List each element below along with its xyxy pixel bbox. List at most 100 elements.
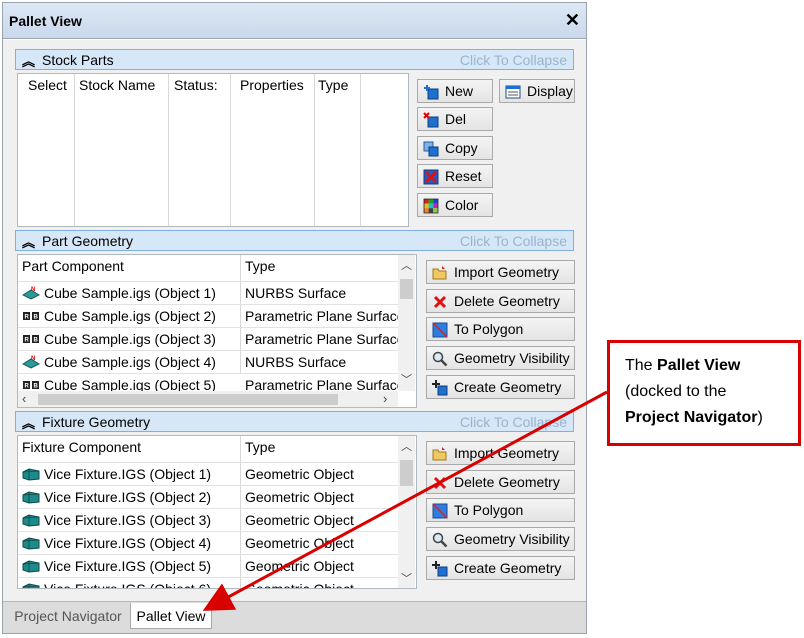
delete-fixture-button[interactable]: Delete Geometry — [426, 470, 575, 494]
column-header[interactable]: Type — [245, 439, 275, 455]
create-geometry-button[interactable]: Create Geometry — [426, 375, 575, 399]
column-header[interactable]: Select — [28, 77, 67, 93]
new-stock-button[interactable]: New — [417, 79, 493, 103]
part-component-cell: Cube Sample.igs (Object 1) — [44, 285, 216, 301]
type-cell: NURBS Surface — [245, 285, 347, 301]
parametric-plane-icon: RB — [23, 312, 39, 321]
new-icon — [424, 85, 439, 100]
copy-stock-button[interactable]: Copy — [417, 136, 493, 160]
column-header[interactable]: Type — [318, 77, 348, 93]
horizontal-scrollbar[interactable]: ‹ › — [18, 391, 398, 407]
tab-pallet-view[interactable]: Pallet View — [130, 603, 212, 629]
table-row[interactable]: N Cube Sample.igs (Object 4) NURBS Surface — [18, 351, 398, 374]
fixture-component-cell: Vice Fixture.IGS (Object 3) — [44, 512, 212, 528]
fixture-component-cell: Vice Fixture.IGS (Object 2) — [44, 489, 212, 505]
fixture-object-icon — [22, 491, 40, 504]
svg-text:B: B — [34, 384, 39, 390]
stock-parts-table: Select Stock Name Status: Properties Typ… — [17, 73, 409, 227]
close-icon[interactable]: ✕ — [565, 10, 580, 31]
to-polygon-button[interactable]: To Polygon — [426, 317, 575, 341]
color-grid-icon — [423, 198, 439, 214]
copy-icon — [423, 141, 439, 157]
type-cell: Geometric Object — [245, 535, 354, 551]
table-row[interactable]: Vice Fixture.IGS (Object 4) Geometric Obj… — [18, 532, 398, 555]
table-row[interactable]: Vice Fixture.IGS (Object 6) Geometric Obj… — [18, 578, 398, 589]
part-geometry-header[interactable]: ︽ Part Geometry Click To Collapse — [15, 230, 574, 251]
fixture-component-cell: Vice Fixture.IGS (Object 6) — [44, 581, 212, 589]
section-title: Fixture Geometry — [42, 414, 151, 430]
column-header[interactable]: Status: — [174, 77, 218, 93]
fixture-component-cell: Vice Fixture.IGS (Object 4) — [44, 535, 212, 551]
fixture-geometry-table: Fixture Component Type Vice Fixture.IGS … — [17, 435, 417, 589]
create-icon — [432, 380, 448, 396]
svg-text:R: R — [25, 315, 30, 321]
vertical-scrollbar[interactable]: ︿ ﹀ — [398, 255, 415, 391]
fixture-to-polygon-button[interactable]: To Polygon — [426, 498, 575, 522]
svg-text:R: R — [25, 384, 30, 390]
delete-stock-icon — [423, 112, 439, 128]
fixture-object-icon — [22, 583, 40, 588]
create-fixture-button[interactable]: Create Geometry — [426, 556, 575, 580]
type-cell: Geometric Object — [245, 512, 354, 528]
reset-stock-button[interactable]: Reset — [417, 164, 493, 188]
create-icon — [432, 561, 448, 577]
magnifier-icon — [432, 351, 448, 367]
fixture-visibility-button[interactable]: Geometry Visibility — [426, 527, 575, 551]
folder-open-icon — [432, 266, 447, 280]
type-cell: NURBS Surface — [245, 354, 347, 370]
table-row[interactable]: Vice Fixture.IGS (Object 1) Geometric Obj… — [18, 463, 398, 486]
table-row[interactable]: Vice Fixture.IGS (Object 2) Geometric Obj… — [18, 486, 398, 509]
fixture-object-icon — [22, 514, 40, 527]
column-header[interactable]: Type — [245, 258, 275, 274]
window-title: Pallet View — [9, 13, 82, 29]
svg-text:B: B — [34, 315, 39, 321]
tab-project-navigator[interactable]: Project Navigator — [9, 603, 127, 629]
nurbs-surface-icon: N — [22, 287, 40, 300]
column-header[interactable]: Stock Name — [79, 77, 155, 93]
parametric-plane-icon: RB — [23, 381, 39, 390]
magnifier-icon — [432, 532, 448, 548]
display-button[interactable]: Display — [499, 79, 575, 103]
part-component-cell: Cube Sample.igs (Object 4) — [44, 354, 216, 370]
svg-text:N: N — [31, 356, 35, 362]
collapse-link[interactable]: Click To Collapse — [460, 414, 567, 430]
delete-x-icon — [433, 295, 447, 309]
svg-text:R: R — [25, 338, 30, 344]
type-cell: Geometric Object — [245, 558, 354, 574]
import-fixture-button[interactable]: Import Geometry — [426, 441, 575, 465]
part-geometry-table: Part Component Type N Cube Sample.igs (Ob… — [17, 254, 417, 408]
collapse-chevron-icon: ︽ — [22, 235, 36, 250]
polygon-icon — [432, 322, 448, 338]
title-bar: Pallet View ✕ — [3, 3, 586, 39]
column-header[interactable]: Part Component — [22, 258, 124, 274]
table-row[interactable]: N Cube Sample.igs (Object 1) NURBS Surface — [18, 282, 398, 305]
collapse-link[interactable]: Click To Collapse — [460, 52, 567, 68]
part-component-cell: Cube Sample.igs (Object 2) — [44, 308, 216, 324]
delete-x-icon — [433, 476, 447, 490]
part-component-cell: Cube Sample.igs (Object 3) — [44, 331, 216, 347]
column-header[interactable]: Properties — [240, 77, 304, 93]
vertical-scrollbar[interactable]: ︿ ﹀ — [398, 436, 415, 588]
delete-geometry-button[interactable]: Delete Geometry — [426, 289, 575, 313]
type-cell: Geometric Object — [245, 581, 354, 589]
collapse-chevron-icon: ︽ — [22, 416, 36, 431]
fixture-geometry-header[interactable]: ︽ Fixture Geometry Click To Collapse — [15, 411, 574, 432]
display-icon — [505, 85, 521, 99]
type-cell: Parametric Plane Surface — [245, 331, 405, 347]
type-cell: Parametric Plane Surface — [245, 308, 405, 324]
column-header[interactable]: Fixture Component — [22, 439, 141, 455]
section-title: Stock Parts — [42, 52, 114, 68]
table-row[interactable]: Vice Fixture.IGS (Object 5) Geometric Obj… — [18, 555, 398, 578]
table-row[interactable]: R B Cube Sample.igs (Object 2) Parametric P… — [18, 305, 405, 328]
stock-parts-header[interactable]: ︽ Stock Parts Click To Collapse — [15, 49, 574, 70]
collapse-link[interactable]: Click To Collapse — [460, 233, 567, 249]
panel-content: ︽ Stock Parts Click To Collapse Select S… — [3, 40, 586, 601]
polygon-icon — [432, 503, 448, 519]
table-row[interactable]: Vice Fixture.IGS (Object 3) Geometric Obj… — [18, 509, 398, 532]
color-stock-button[interactable]: Color — [417, 193, 493, 217]
svg-text:B: B — [34, 338, 39, 344]
table-row[interactable]: R B Cube Sample.igs (Object 3) Parametric P… — [18, 328, 405, 351]
import-geometry-button[interactable]: Import Geometry — [426, 260, 575, 284]
delete-stock-button[interactable]: Del — [417, 107, 493, 131]
geometry-visibility-button[interactable]: Geometry Visibility — [426, 346, 575, 370]
